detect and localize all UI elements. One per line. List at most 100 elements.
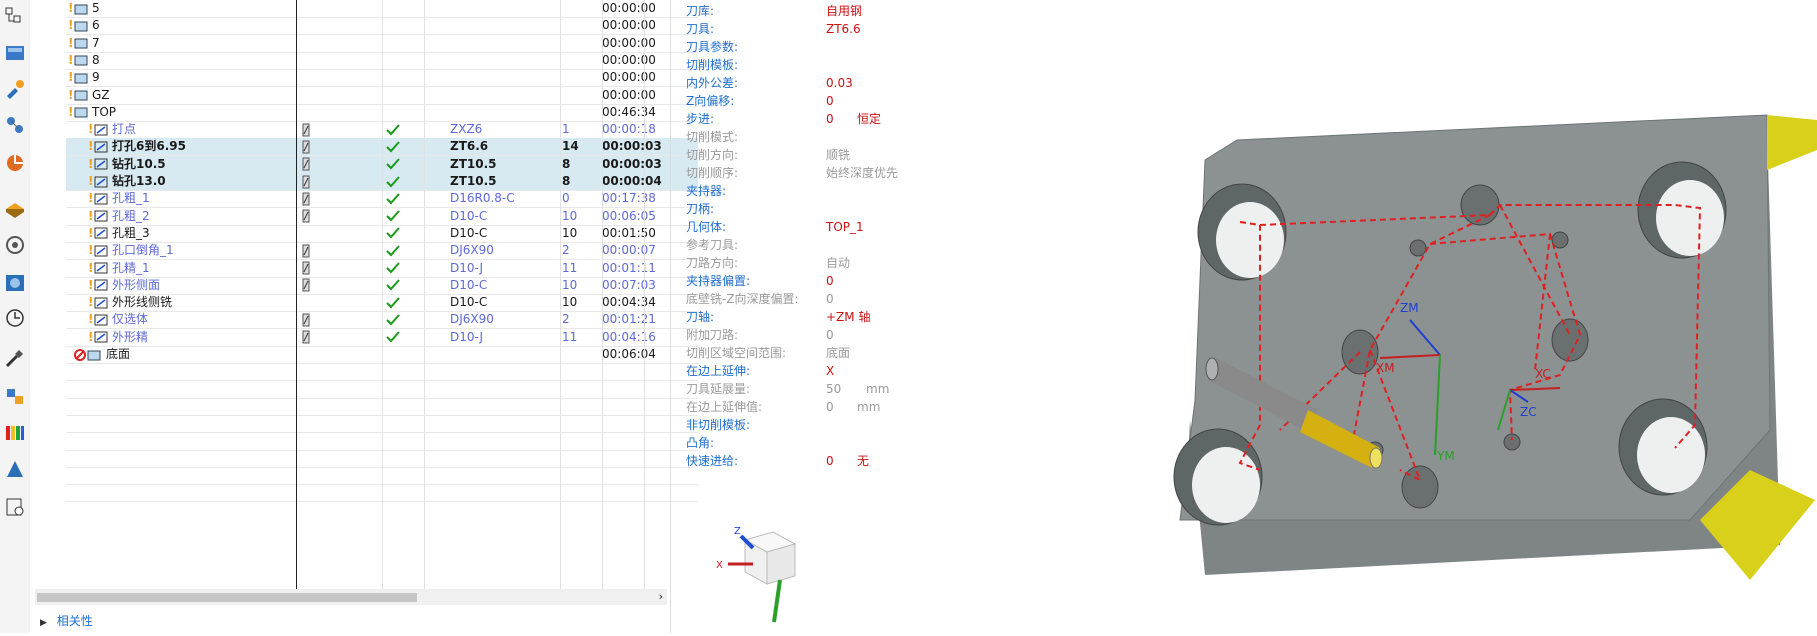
operation-icon [94,314,108,326]
parameter-value: 50 [826,382,842,396]
simulation-icon[interactable] [2,456,28,482]
parameter-label: 刀轴: [686,310,715,324]
check-icon [382,225,424,242]
folder-icon [74,106,88,118]
parameter-label: 在边上延伸: [686,364,751,378]
tool-number: 11 [562,329,578,344]
view-orientation-triad[interactable]: Z X [700,520,820,633]
scroll-right-arrow-icon[interactable]: › [659,589,663,605]
check-icon [382,329,424,346]
toolpath-status-icon [296,277,381,294]
toolpath-status-icon [296,242,381,259]
history-icon[interactable] [2,305,28,331]
parameter-value: 0.03 [826,76,853,90]
horizontal-scrollbar[interactable]: › [35,589,667,605]
parameter-value: 0 [826,400,834,414]
parameter-label: 刀具参数: [686,40,739,54]
parameter-label: 快速进给: [686,454,739,468]
zc-axis-label: ZC [1520,405,1537,419]
parameter-extra: 无 [857,454,870,468]
tool-number: 14 [562,139,579,154]
toolpath-status-icon [296,173,381,190]
operation-name: 孔粗_3 [112,225,150,240]
parameter-value: 顺铣 [826,148,851,162]
scrollbar-thumb[interactable] [37,593,417,602]
operation-name: 7 [92,35,100,50]
folder-icon [74,72,88,84]
graphics-window[interactable]: ZM XM YM XC ZC [1050,0,1817,633]
tool-number: 10 [562,277,578,292]
process-icon[interactable] [2,383,28,409]
operation-icon [94,193,108,205]
tool-name: ZXZ6 [450,122,483,137]
parameter-label: 刀柄: [686,202,715,216]
tool-icon[interactable] [2,76,28,102]
parameter-label: 刀库: [686,4,715,18]
parameter-label: 非切削模板: [686,418,751,432]
parameter-label: 刀路方向: [686,256,739,270]
feature-icon[interactable] [2,232,28,258]
tool-number: 8 [562,174,571,188]
tool-name: D10-J [450,329,484,344]
operation-name: 8 [92,52,100,67]
toolpath-status-icon [296,121,381,138]
operation-name: 外形精 [112,329,149,344]
dependencies-section[interactable]: ▶ 相关性 [40,612,93,632]
warning-marker-icon: ! [88,139,94,154]
warning-marker-icon: ! [88,122,94,137]
operation-icon [94,176,108,188]
operation-name: GZ [92,87,110,102]
operation-icon [94,158,108,170]
parameter-value: TOP_1 [826,220,864,234]
toolpath-status-icon [296,311,381,328]
tool-number: 11 [562,260,578,275]
parameter-label: 参考刀具: [686,238,739,252]
tools-icon[interactable] [2,345,28,371]
part-icon[interactable] [2,195,28,221]
tool-name: D16R0.8-C [450,191,515,206]
column-separator [644,0,645,590]
toolpath-status-icon [296,208,381,225]
parameter-value: 0 [826,94,834,108]
ym-axis-label: YM [1436,449,1455,463]
xm-axis-label: XM [1376,361,1395,375]
folder-icon [74,89,88,101]
visualization-icon[interactable] [2,420,28,446]
parameter-label: 夹持器: [686,184,727,198]
warning-marker-icon: ! [88,260,94,275]
tree-connector: ! [68,18,74,33]
folder-icon [74,348,102,361]
warning-marker-icon: ! [88,243,94,258]
cube-x-label: X [716,560,723,571]
parameter-value: 0 [826,328,834,342]
warning-marker-icon: ! [88,329,94,344]
parameter-label: 内外公差: [686,76,739,90]
tool-name: D10-C [450,295,488,310]
operation-name: 孔粗_2 [112,208,150,223]
web-icon[interactable] [2,270,28,296]
folder-icon [74,37,88,49]
parameter-value: 0 [826,112,834,126]
part-3d-view[interactable]: ZM XM YM XC ZC [1050,0,1817,633]
tool-number: 10 [562,208,578,223]
operation-name: TOP [92,104,117,119]
check-icon [382,190,424,207]
geometry-icon[interactable] [2,112,28,138]
tool-name: D10-C [450,277,488,292]
warning-marker-icon: ! [88,191,94,206]
column-separator [296,0,297,590]
check-icon [382,156,424,173]
machine-tool-icon[interactable] [2,40,28,66]
operation-name: 钻孔10.5 [112,156,166,171]
operation-navigator-icon[interactable] [2,4,28,30]
settings-icon[interactable] [2,494,28,520]
tree-connector: ! [68,87,74,102]
tool-name: ZT10.5 [450,174,497,188]
parameter-label: 切削方向: [686,148,739,162]
tool-number: 2 [562,312,570,327]
operation-name: 孔精_1 [112,260,150,275]
parameter-extra: mm [857,400,881,414]
tool-name: D10-C [450,225,488,240]
operation-icon [94,297,108,309]
method-icon[interactable] [2,150,28,176]
